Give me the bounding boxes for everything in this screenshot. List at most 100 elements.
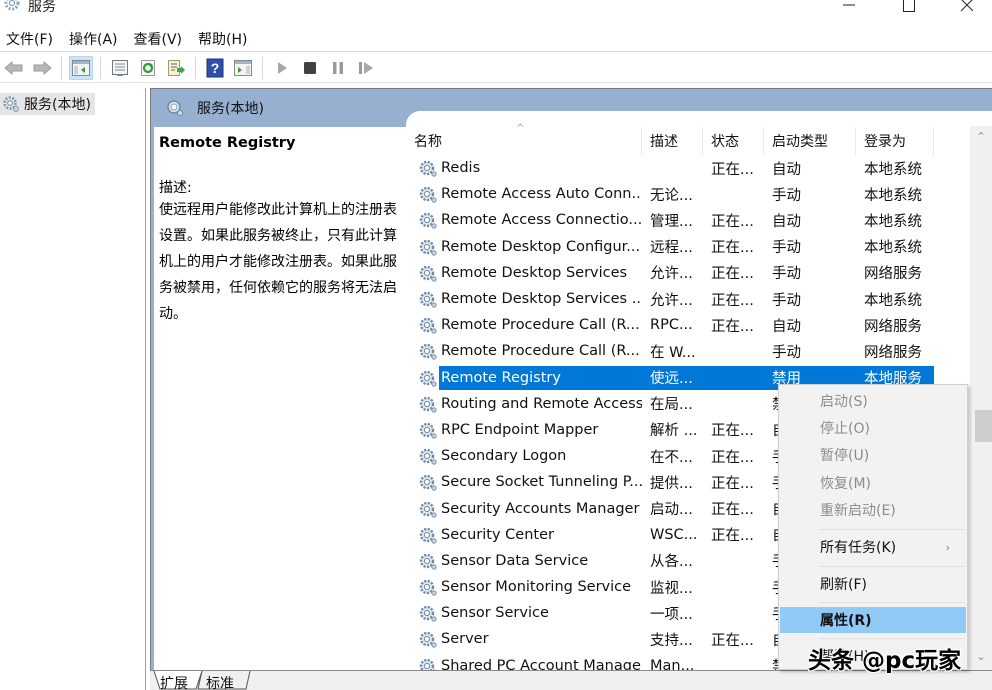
service-status-cell: 正在... [711,240,754,257]
service-gear-icon [419,527,437,544]
service-row[interactable]: Remote Desktop Services ... 允许... 正在... 手动 本… [406,286,976,312]
service-status-cell: 正在... [711,528,754,545]
gears-icon [3,96,19,112]
service-description-cell: 监视... [650,580,693,597]
service-row[interactable]: Remote Access Auto Conn... 无论... 手动 本地系统 [406,181,976,207]
refresh-button[interactable] [136,56,160,80]
service-name: Secondary Logon [441,448,567,465]
scroll-down-icon[interactable]: ⌄ [970,646,992,666]
menu-action[interactable]: 操作(A) [63,29,127,49]
menu-item-stop[interactable]: 停止(O) [780,415,966,441]
sort-ascending-icon: ^ [516,123,525,134]
service-gear-icon [419,187,437,203]
service-name: Security Center [441,526,554,543]
service-status-cell: 正在... [711,475,754,492]
service-row[interactable]: Remote Access Connectio... 管理... 正在... 自动 本地… [406,207,976,233]
service-logon-cell: 本地系统 [864,161,922,178]
export-list-icon [168,59,185,76]
restart-service-button[interactable] [354,56,378,80]
service-startup-type-cell: 手动 [772,240,801,257]
console-tree-button[interactable] [69,55,93,80]
panel-title: 服务(本地) [197,101,264,117]
console-tree: 服务(本地) [0,88,146,690]
export-list-button[interactable] [164,56,188,80]
menu-item-all-tasks[interactable]: 所有任务(K) › [780,534,966,560]
description-label: 描述: [159,180,192,196]
column-header-status[interactable]: 状态 [703,127,764,155]
service-name: Remote Desktop Services [441,264,628,281]
show-action-pane-icon [234,59,252,76]
service-name: Server [441,631,489,648]
help-button[interactable]: ? [203,56,227,80]
pause-icon [333,61,343,74]
service-description-cell: 允许... [650,292,693,309]
minimize-icon [843,4,855,6]
service-description-cell: WSC... [650,526,698,543]
column-header-startup-type[interactable]: 启动类型 [764,127,856,155]
service-name: RPC Endpoint Mapper [441,421,599,438]
minimize-button[interactable] [826,0,872,16]
service-startup-type-cell: 手动 [772,344,801,361]
refresh-icon [141,59,155,76]
tab-standard[interactable]: 标准 [206,673,234,690]
column-label: 名称 [414,134,442,150]
maximize-button[interactable] [886,0,932,16]
menu-file[interactable]: 文件(F) [0,29,62,49]
close-icon [960,0,974,12]
menu-item-start[interactable]: 启动(S) [780,388,966,414]
service-name: Security Accounts Manager [441,500,640,517]
service-row[interactable]: Remote Desktop Configur... 远程... 正在... 手动 本地… [406,234,976,260]
menu-item-restart[interactable]: 重新启动(E) [780,497,966,523]
service-name-cell: Server [406,629,642,649]
service-row[interactable]: Remote Procedure Call (R... RPC... 正在... 自动… [406,312,976,338]
toolbar-separator [195,56,196,79]
service-name-cell: Security Accounts Manager [406,499,642,519]
close-button[interactable] [944,0,990,16]
properties-button[interactable] [108,56,132,80]
column-header-description[interactable]: 描述 [642,127,703,155]
column-header-log-on-as[interactable]: 登录为 [856,127,934,155]
column-header-name[interactable]: 名称 ^ [406,123,642,155]
service-status-cell: 正在... [711,423,754,440]
service-description-cell: 管理... [650,213,693,230]
action-pane-button[interactable] [231,56,255,80]
service-name-cell: Security Center [406,525,642,545]
scrollbar-thumb[interactable] [975,410,992,442]
resume-icon [359,61,373,74]
service-gear-icon [419,239,437,256]
menu-item-pause[interactable]: 暂停(U) [780,442,966,468]
tree-node-services-local[interactable]: 服务(本地) [0,93,95,115]
menu-item-resume[interactable]: 恢复(M) [780,470,966,496]
service-logon-cell: 本地系统 [864,213,922,230]
service-row[interactable]: Redis 正在... 自动 本地系统 [406,155,976,181]
description-pane: Remote Registry 描述: 使远程用户能修改此计算机上的注册表设置。… [154,127,406,671]
back-button[interactable] [2,56,26,80]
service-name-cell: Remote Desktop Configur... [406,237,642,257]
properties-icon [112,59,128,76]
menu-item-refresh[interactable]: 刷新(F) [780,571,966,597]
service-gear-icon [419,422,437,439]
service-name: Routing and Remote Access [441,395,642,412]
service-description-cell: 远程... [650,240,693,257]
service-startup-type-cell: 手动 [772,266,801,283]
service-row[interactable]: Remote Procedure Call (R... 在 W... 手动 网络服务 [406,338,976,364]
tab-extended[interactable]: 扩展 [160,673,188,690]
scroll-up-icon[interactable]: ⌃ [970,126,992,146]
tree-node-label: 服务(本地) [24,97,91,113]
help-icon: ? [206,58,224,77]
back-arrow-icon [4,60,23,75]
service-description-cell: RPC... [650,317,693,334]
show-hide-console-tree-icon [72,59,90,76]
service-row[interactable]: Remote Desktop Services 允许... 正在... 手动 网络服务 [406,260,976,286]
menu-item-properties[interactable]: 属性(R) [780,607,966,633]
service-gear-icon [419,448,437,465]
forward-button[interactable] [30,56,54,80]
pause-service-button[interactable] [326,56,350,80]
menu-view[interactable]: 查看(V) [128,29,192,49]
service-description-cell: 在 W... [650,344,696,361]
start-service-button[interactable] [270,56,294,80]
stop-service-button[interactable] [298,56,322,80]
vertical-scrollbar[interactable]: ⌃ ⌄ [970,126,992,670]
service-status-cell: 正在... [711,449,754,466]
menu-help[interactable]: 帮助(H) [192,29,256,49]
